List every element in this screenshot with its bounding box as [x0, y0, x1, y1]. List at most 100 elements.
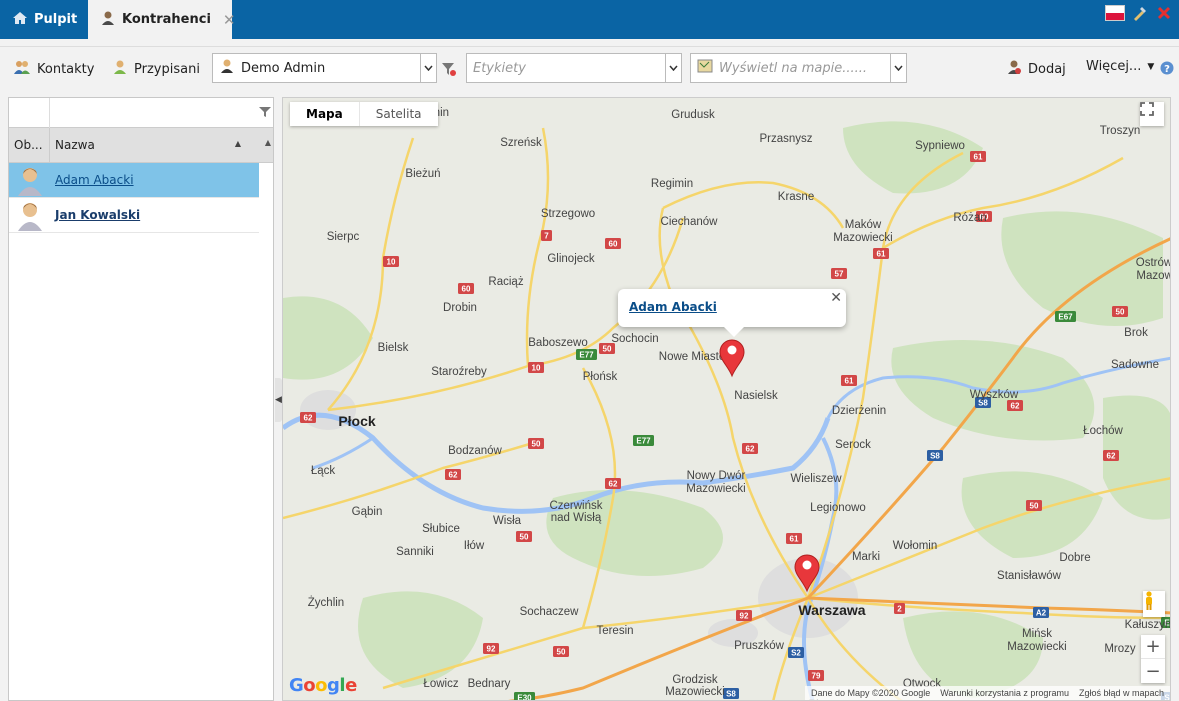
- report-error-link[interactable]: Zgłoś błąd w mapach: [1079, 688, 1164, 698]
- road-sign-label: S8: [930, 452, 940, 461]
- road-sign: 62: [742, 443, 758, 454]
- road-sign: 60: [458, 283, 474, 294]
- street-view-pegman-icon[interactable]: [1143, 591, 1165, 617]
- map-type-map-button[interactable]: Mapa: [290, 102, 359, 126]
- place-label: Ostrów: [1136, 257, 1171, 269]
- close-icon[interactable]: ✕: [830, 290, 842, 306]
- road-sign-label: E30: [517, 694, 532, 701]
- list-row[interactable]: Jan Kowalski: [9, 198, 259, 233]
- place-label: Nowy Dwór: [687, 470, 746, 482]
- top-right-icons: [1105, 4, 1173, 22]
- road-sign-label: 7: [544, 232, 549, 241]
- road-sign-label: 10: [387, 258, 396, 267]
- place-label: Bednary: [468, 678, 511, 690]
- map-canvas[interactable]: 61607606110576050E67E77501061S8 6262E7750…: [283, 98, 1171, 701]
- place-label: Regimin: [651, 178, 693, 190]
- tools-icon[interactable]: [1131, 4, 1149, 22]
- chevron-down-icon[interactable]: [890, 54, 906, 82]
- road-sign: 62: [605, 478, 621, 489]
- place-label: Mazowiecki: [833, 232, 892, 244]
- sort-asc-icon[interactable]: ▲: [235, 139, 241, 148]
- road-sign-label: 92: [487, 645, 496, 654]
- road-sign-label: 50: [532, 440, 541, 449]
- road-sign: E67: [1055, 311, 1076, 322]
- zoom-out-icon[interactable]: −: [1141, 659, 1165, 683]
- contacts-label: Kontakty: [37, 61, 95, 77]
- road-sign: 61: [841, 375, 857, 386]
- place-label: Dzierżenin: [832, 405, 886, 417]
- place-label: Żychlin: [308, 596, 344, 609]
- polish-flag-icon[interactable]: [1105, 5, 1125, 21]
- assigned-label: Przypisani: [134, 61, 200, 77]
- place-label: Stanisławów: [997, 570, 1062, 582]
- road-sign-label: 50: [1116, 308, 1125, 317]
- place-label: Nasielsk: [734, 390, 778, 402]
- terms-link[interactable]: Warunki korzystania z programu: [940, 688, 1069, 698]
- labels-placeholder: Etykiety: [473, 60, 526, 76]
- info-window-name-link[interactable]: Adam Abacki: [629, 300, 717, 314]
- fullscreen-icon[interactable]: [1140, 102, 1164, 126]
- tab-label: Kontrahenci: [122, 12, 211, 27]
- road-sign: 92: [736, 610, 752, 621]
- contacts-button[interactable]: Kontakty: [13, 59, 94, 79]
- contractor-name-link[interactable]: Jan Kowalski: [50, 208, 140, 222]
- road-sign-label: 62: [1107, 452, 1116, 461]
- filter-row: [9, 98, 273, 128]
- place-label: Sanniki: [396, 546, 434, 558]
- place-label: Sochaczew: [520, 606, 580, 618]
- road-sign: E30: [514, 692, 535, 701]
- road-sign: 2: [894, 603, 905, 614]
- tab-pulpit[interactable]: Pulpit: [0, 0, 87, 39]
- zoom-in-icon[interactable]: +: [1141, 635, 1165, 659]
- map-icon: [697, 58, 713, 78]
- place-label: Łowicz: [423, 678, 458, 690]
- user-select[interactable]: Demo Admin: [212, 53, 437, 83]
- road-sign-label: E67: [1058, 313, 1073, 322]
- map-view-select[interactable]: Wyświetl na mapie......: [690, 53, 907, 83]
- place-label: Legionowo: [810, 502, 866, 514]
- contacts-icon: [13, 59, 31, 79]
- filter-icon[interactable]: [259, 106, 271, 121]
- assigned-button[interactable]: Przypisani: [112, 59, 200, 79]
- logout-icon[interactable]: [1155, 4, 1173, 22]
- place-label: Nowe Miasto: [659, 351, 725, 363]
- place-label: Teresin: [596, 625, 633, 637]
- user-agent-icon: [100, 10, 116, 30]
- place-label: Krasne: [778, 191, 814, 203]
- road-sign-label: 61: [790, 535, 799, 544]
- chevron-down-icon[interactable]: [420, 54, 436, 82]
- scroll-up-icon[interactable]: ▲: [265, 138, 271, 147]
- road-sign: 10: [528, 362, 544, 373]
- map-view[interactable]: 61 60 7 60 61 10 57 60 50 E67 E77 50 10 61 S8 62 62 E77 50…: [282, 97, 1171, 701]
- road-sign: 50: [516, 531, 532, 542]
- chevron-down-icon[interactable]: [665, 54, 681, 82]
- road-sign-label: 10: [532, 364, 541, 373]
- collapse-panel-handle[interactable]: ◀: [275, 378, 282, 422]
- list-row[interactable]: Adam Abacki: [9, 163, 259, 198]
- place-label: Mazowiecka: [1136, 270, 1171, 282]
- road-sign: 92: [483, 643, 499, 654]
- place-label: Marki: [852, 551, 880, 563]
- map-type-toggle: Mapa Satelita: [290, 102, 438, 126]
- more-button[interactable]: Więcej... ▼: [1086, 59, 1154, 74]
- avatar: [9, 198, 50, 233]
- close-tab-icon[interactable]: ✕: [223, 11, 236, 29]
- contractor-name-link[interactable]: Adam Abacki: [50, 173, 134, 187]
- road-sign-label: 61: [845, 377, 854, 386]
- labels-select[interactable]: Etykiety: [466, 53, 682, 83]
- road-sign-label: 57: [835, 270, 844, 279]
- help-icon[interactable]: ?: [1160, 61, 1174, 75]
- place-label: Baboszewo: [528, 337, 587, 349]
- place-label: Sochocin: [611, 333, 658, 345]
- road-sign-label: 62: [304, 414, 313, 423]
- road-sign-label: 62: [1011, 402, 1020, 411]
- column-header-object[interactable]: Ob...: [9, 128, 50, 162]
- tab-kontrahenci[interactable]: Kontrahenci ✕: [88, 0, 236, 39]
- clear-filter-icon[interactable]: [441, 61, 457, 77]
- place-label: Mińsk: [1022, 628, 1052, 640]
- place-label: Mazowiecki: [686, 483, 745, 495]
- map-type-satellite-button[interactable]: Satelita: [358, 102, 438, 126]
- add-button[interactable]: Dodaj: [1006, 59, 1066, 79]
- place-label: Bielsk: [378, 342, 409, 354]
- road-sign-label: 60: [462, 285, 471, 294]
